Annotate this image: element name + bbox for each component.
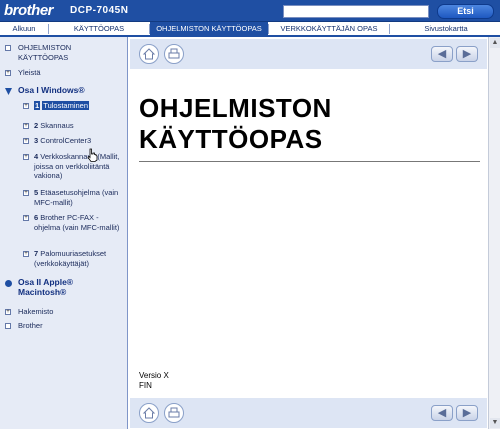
nav-home[interactable]: Alkuun bbox=[0, 22, 48, 35]
expand-icon[interactable]: + bbox=[23, 251, 29, 257]
tree-item-part2-macintosh[interactable]: Osa II Apple® Macintosh® bbox=[18, 277, 108, 297]
tree-item-label: Tulostaminen bbox=[42, 101, 90, 110]
tree-item-label: ControlCenter3 bbox=[40, 136, 92, 145]
expand-icon[interactable]: + bbox=[23, 154, 29, 160]
tree-item-scanning[interactable]: 2 Skannaus bbox=[34, 121, 74, 131]
home-icon[interactable] bbox=[139, 44, 159, 64]
nav-sitemap[interactable]: Sivustokartta bbox=[392, 22, 500, 35]
next-page-button[interactable]: ▶ bbox=[456, 46, 478, 62]
next-page-button[interactable]: ▶ bbox=[456, 405, 478, 421]
tree-item-network-scanning[interactable]: 4 Verkkoskannaus (Mallit, joissa on verk… bbox=[34, 152, 120, 181]
page-icon bbox=[5, 45, 11, 51]
expand-icon[interactable]: + bbox=[5, 70, 11, 76]
previous-page-button[interactable]: ◀ bbox=[431, 405, 453, 421]
home-icon[interactable] bbox=[139, 403, 159, 423]
scroll-down-icon[interactable]: ▼ bbox=[490, 418, 500, 428]
tree-item-number: 7 bbox=[34, 249, 39, 258]
expand-icon[interactable]: + bbox=[23, 103, 29, 109]
expand-icon[interactable]: + bbox=[23, 215, 29, 221]
tree-item-number: 2 bbox=[34, 121, 39, 130]
tree-item-number: 1 bbox=[34, 101, 41, 110]
expand-icon[interactable]: + bbox=[23, 123, 29, 129]
tree-item-software-guide[interactable]: OHJELMISTON KÄYTTÖOPAS bbox=[18, 43, 118, 62]
tree-item-number: 3 bbox=[34, 136, 39, 145]
page-icon bbox=[5, 323, 11, 329]
previous-page-button[interactable]: ◀ bbox=[431, 46, 453, 62]
nav-kayttoopas[interactable]: KÄYTTÖOPAS bbox=[49, 22, 149, 35]
search-button[interactable]: Etsi bbox=[437, 4, 494, 19]
language-code: FIN bbox=[139, 381, 152, 390]
page-title: OHJELMISTON KÄYTTÖOPAS bbox=[139, 93, 332, 155]
sidebar-tree: OHJELMISTON KÄYTTÖOPAS + Yleistä Osa I W… bbox=[0, 37, 128, 429]
tree-item-pc-fax[interactable]: 6 Brother PC-FAX -ohjelma (vain MFC-mall… bbox=[34, 213, 120, 232]
tree-item-number: 5 bbox=[34, 188, 39, 197]
tree-item-printing[interactable]: 1 Tulostaminen bbox=[34, 101, 90, 111]
hand-cursor-icon bbox=[87, 148, 98, 162]
vertical-scrollbar[interactable]: ▲ ▼ bbox=[488, 37, 500, 429]
tree-item-remote-setup[interactable]: 5 Etäasetusohjelma (vain MFC-mallit) bbox=[34, 188, 120, 207]
expand-icon[interactable]: + bbox=[5, 309, 11, 315]
search-input[interactable] bbox=[283, 5, 429, 18]
top-toolbar: ◀ ▶ bbox=[130, 39, 487, 69]
main-nav: Alkuun KÄYTTÖOPAS OHJELMISTON KÄYTTÖOPAS… bbox=[0, 22, 500, 37]
nav-divider bbox=[389, 24, 390, 34]
tree-item-part1-windows[interactable]: Osa I Windows® bbox=[18, 85, 85, 96]
tree-item-controlcenter3[interactable]: 3 ControlCenter3 bbox=[34, 136, 91, 146]
tree-item-label: Skannaus bbox=[40, 121, 74, 130]
expand-icon[interactable]: + bbox=[23, 190, 29, 196]
print-icon[interactable] bbox=[164, 44, 184, 64]
scroll-up-icon[interactable]: ▲ bbox=[490, 38, 500, 48]
expand-icon[interactable]: + bbox=[23, 138, 29, 144]
tree-item-number: 4 bbox=[34, 152, 39, 161]
content-pane: ◀ ▶ OHJELMISTON KÄYTTÖOPAS Versio X FIN … bbox=[129, 37, 500, 429]
bottom-toolbar: ◀ ▶ bbox=[130, 398, 487, 428]
tree-item-label: Palomuuriasetukset (verkkokäyttäjät) bbox=[34, 249, 107, 268]
header-bar: brother DCP-7045N Etsi bbox=[0, 0, 500, 22]
version-text: Versio X bbox=[139, 371, 169, 380]
tree-item-hakemisto[interactable]: Hakemisto bbox=[18, 307, 53, 317]
tree-item-brother[interactable]: Brother bbox=[18, 321, 43, 331]
collapse-icon[interactable] bbox=[5, 88, 12, 95]
nav-network-guide[interactable]: VERKKOKÄYTTÄJÄN OPAS bbox=[269, 22, 389, 35]
expand-icon[interactable] bbox=[5, 280, 12, 287]
tree-item-yleista[interactable]: Yleistä bbox=[18, 68, 41, 78]
brand-logo: brother bbox=[4, 2, 54, 19]
tree-item-label: Brother PC-FAX -ohjelma (vain MFC-mallit… bbox=[34, 213, 120, 232]
title-line-2: KÄYTTÖOPAS bbox=[139, 124, 323, 154]
tree-item-label: Etäasetusohjelma (vain MFC-mallit) bbox=[34, 188, 119, 207]
title-divider bbox=[139, 161, 480, 162]
title-line-1: OHJELMISTON bbox=[139, 93, 332, 123]
tree-item-firewall[interactable]: 7 Palomuuriasetukset (verkkokäyttäjät) bbox=[34, 249, 126, 268]
model-name: DCP-7045N bbox=[70, 5, 129, 16]
print-icon[interactable] bbox=[164, 403, 184, 423]
tree-item-label: Verkkoskannaus (Mallit, joissa on verkko… bbox=[34, 152, 120, 180]
nav-software-guide[interactable]: OHJELMISTON KÄYTTÖOPAS bbox=[150, 22, 268, 37]
tree-item-number: 6 bbox=[34, 213, 39, 222]
